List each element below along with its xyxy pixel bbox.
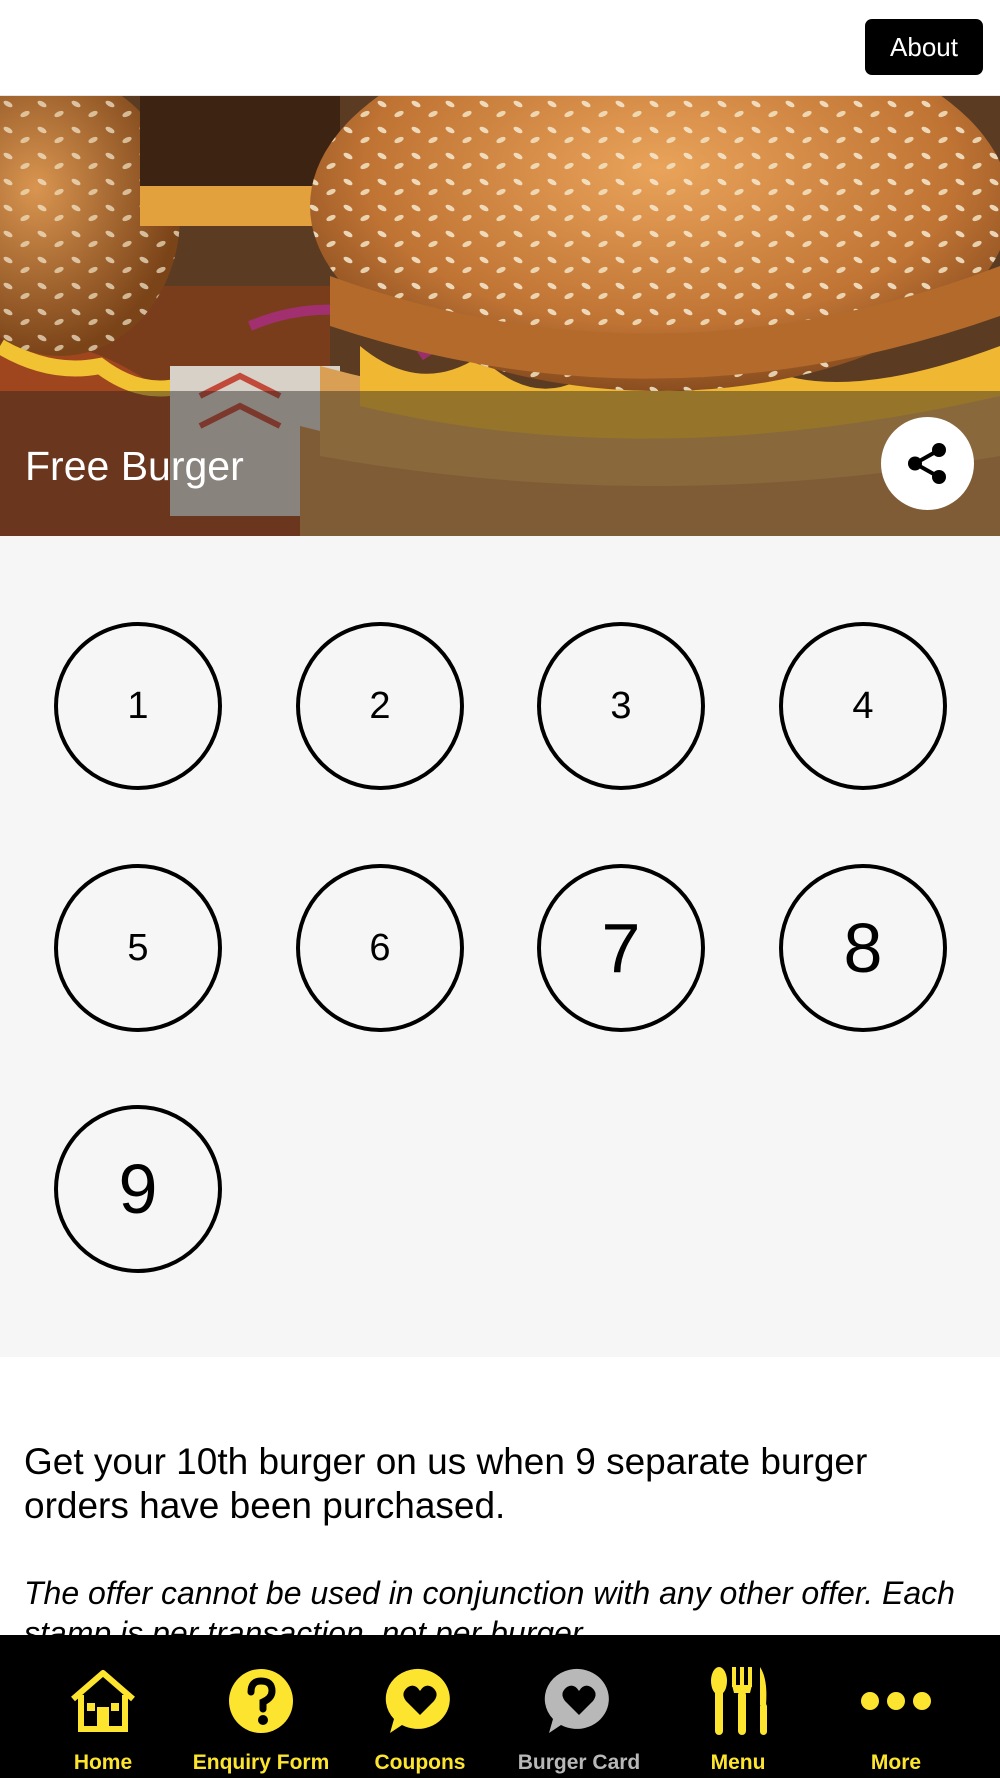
nav-home-label: Home: [73, 1751, 133, 1774]
offer-description: Get your 10th burger on us when 9 separa…: [24, 1441, 868, 1526]
page-title: Free Burger: [25, 443, 244, 489]
nav-enquiry-form[interactable]: Enquiry Form: [178, 1635, 344, 1778]
stamp-6: 6: [296, 864, 464, 1032]
heart-bubble-icon: [544, 1668, 609, 1733]
stamp-card: 1 2 3 4 5 6 7 8 9: [0, 536, 1000, 1357]
nav-menu[interactable]: Menu: [655, 1635, 821, 1778]
nav-burger-card[interactable]: Burger Card: [496, 1635, 662, 1778]
nav-burger-card-label: Burger Card: [517, 1751, 641, 1774]
about-button[interactable]: About: [865, 19, 983, 75]
nav-enquiry-form-label: Enquiry Form: [192, 1751, 330, 1774]
cutlery-icon: [711, 1667, 767, 1735]
stamp-8: 8: [779, 864, 947, 1032]
more-dots-icon: [861, 1692, 931, 1710]
stamp-5: 5: [54, 864, 222, 1032]
share-button[interactable]: [881, 417, 974, 510]
nav-home[interactable]: Home: [20, 1635, 186, 1778]
nav-coupons[interactable]: Coupons: [337, 1635, 503, 1778]
bottom-nav: Home Enquiry Form Coupons Burger Card Me…: [0, 1635, 1000, 1778]
stamp-9: 9: [54, 1105, 222, 1273]
top-bar: About: [0, 0, 1000, 96]
stamp-3: 3: [537, 622, 705, 790]
share-icon: [908, 443, 946, 484]
nav-more-label: More: [870, 1751, 922, 1774]
home-icon: [71, 1670, 135, 1732]
stamp-1: 1: [54, 622, 222, 790]
nav-menu-label: Menu: [710, 1751, 766, 1774]
hero-banner: Free Burger: [0, 96, 1000, 536]
stamp-2: 2: [296, 622, 464, 790]
stamp-4: 4: [779, 622, 947, 790]
nav-more[interactable]: More: [813, 1635, 979, 1778]
question-icon: [229, 1669, 293, 1733]
nav-coupons-label: Coupons: [374, 1751, 466, 1774]
stamp-7: 7: [537, 864, 705, 1032]
heart-bubble-icon: [385, 1668, 450, 1733]
